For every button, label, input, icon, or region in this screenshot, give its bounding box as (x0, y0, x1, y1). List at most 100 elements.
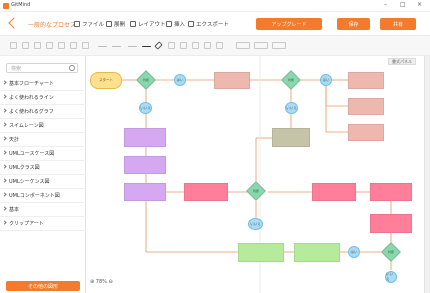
lock-icon[interactable] (204, 42, 211, 49)
menu-layout[interactable]: レイアウト (130, 20, 166, 28)
arrow-left-icon[interactable] (112, 46, 121, 47)
chevron-right-icon (2, 192, 7, 197)
format-panel-toggle[interactable]: 書式パネル (388, 58, 416, 65)
library-label: UMLクラス図 (9, 165, 40, 171)
waypoint-icon[interactable] (128, 46, 137, 47)
delete-icon[interactable] (216, 42, 223, 49)
document-title[interactable]: 一般的なプロセス (28, 20, 76, 29)
menu-export[interactable]: エクスポート (188, 20, 229, 28)
process-box[interactable] (124, 156, 166, 174)
toolbar (0, 36, 430, 56)
process-box[interactable] (370, 183, 412, 201)
process-box[interactable] (348, 72, 384, 89)
menu-export-label: エクスポート (196, 22, 229, 28)
library-swimlane[interactable]: スイムレーン図 (0, 119, 86, 133)
library-label: 天計 (9, 137, 20, 143)
chevron-right-icon (2, 178, 7, 183)
shadow-icon[interactable] (192, 42, 199, 49)
library-common-lines[interactable]: よく使われるライン (0, 91, 86, 105)
connector-circle[interactable]: いいえ (385, 271, 397, 283)
process-box[interactable] (370, 214, 412, 233)
process-box[interactable] (124, 183, 166, 201)
pen-icon[interactable] (154, 41, 163, 50)
line-style-icon[interactable] (98, 46, 107, 47)
menu-file[interactable]: ファイル (74, 20, 104, 28)
redo-icon[interactable] (22, 42, 29, 49)
comment-icon[interactable] (272, 42, 286, 49)
share-button[interactable]: 共有 (380, 18, 416, 30)
library-uml-class[interactable]: UMLクラス図 (0, 161, 86, 175)
connector-circle[interactable]: いいえ (285, 102, 298, 114)
process-box[interactable] (312, 183, 356, 201)
chevron-right-icon (2, 150, 7, 155)
library-label: 基本フローチャート (9, 81, 54, 87)
undo-icon[interactable] (10, 42, 17, 49)
diagram-canvas[interactable]: スタート 判断 判断 判断 判断 はい いいえ はい いいえ いいえ はい いい… (86, 56, 424, 293)
more-shapes-button[interactable]: その他の図形 (6, 281, 80, 291)
back-arrow-icon[interactable] (8, 17, 20, 29)
eraser-icon[interactable] (46, 42, 53, 49)
process-box[interactable] (124, 128, 166, 147)
zoom-control[interactable]: ⊕ 78% ⊖ (90, 279, 113, 285)
node-text: はい (350, 249, 358, 254)
upgrade-button[interactable]: アップグレード (256, 18, 322, 30)
search-icon[interactable] (69, 65, 75, 71)
search-placeholder: 検索 (11, 66, 22, 72)
format-painter-icon[interactable] (34, 42, 41, 49)
style-icon[interactable] (70, 42, 77, 49)
connector-circle[interactable]: はい (348, 246, 360, 258)
process-box[interactable] (348, 98, 384, 115)
library-uml-sequence[interactable]: UMLシーケンス図 (0, 175, 86, 189)
vertical-scrollbar[interactable] (424, 56, 430, 293)
library-label: よく使われるライン (9, 95, 54, 101)
save-button[interactable]: 保存 (337, 18, 370, 30)
process-box[interactable] (214, 72, 250, 89)
search-input[interactable]: 検索 (6, 63, 78, 73)
text-box-icon[interactable] (236, 42, 250, 49)
library-basic[interactable]: 基本 (0, 203, 86, 217)
library-uml-usecase[interactable]: UMLユースケース図 (0, 147, 86, 161)
library-label: 基本 (9, 207, 20, 213)
library-uml-component[interactable]: UMLコンポーネント図 (0, 189, 86, 203)
library-label: よく使われるグラフ (9, 109, 54, 115)
process-box[interactable] (348, 124, 384, 141)
table-icon[interactable] (254, 42, 268, 49)
minimize-icon[interactable]: – (384, 1, 387, 8)
connector-circle[interactable]: いいえ (248, 218, 263, 230)
menu-insert[interactable]: 挿入 (166, 20, 185, 28)
library-basic-flowchart[interactable]: 基本フローチャート (0, 77, 86, 91)
library-bpmn[interactable]: 天計 (0, 133, 86, 147)
line-color-icon[interactable] (180, 42, 187, 49)
expand-icon (106, 21, 112, 27)
connector-circle[interactable]: はい (174, 74, 186, 86)
library-label: スイムレーン図 (9, 123, 44, 129)
menu-expand[interactable]: 展開 (106, 20, 125, 28)
library-clipart[interactable]: クリップアート (0, 217, 86, 231)
arrow-right-icon[interactable] (142, 46, 151, 47)
list-icon[interactable] (82, 42, 89, 49)
export-icon (188, 21, 194, 27)
start-terminal[interactable]: スタート (90, 72, 122, 89)
close-icon[interactable]: × (417, 1, 422, 8)
zoom-level: 78% (95, 279, 107, 285)
process-box[interactable] (238, 243, 284, 262)
library-common-graphs[interactable]: よく使われるグラフ (0, 105, 86, 119)
node-text: 判断 (387, 249, 395, 254)
chevron-right-icon (2, 164, 7, 169)
chevron-right-icon (2, 94, 7, 99)
library-label: クリップアート (9, 221, 44, 227)
node-text: いいえ (286, 105, 297, 110)
process-box[interactable] (294, 243, 340, 262)
app-name: GitMind (11, 2, 31, 8)
insert-icon (166, 21, 172, 27)
process-box[interactable] (184, 183, 228, 201)
connector-circle[interactable]: はい (320, 74, 332, 86)
fill-icon[interactable] (168, 42, 175, 49)
connector-circle[interactable]: いいえ (139, 102, 152, 114)
node-text: いいえ (250, 221, 261, 226)
copy-icon[interactable] (58, 42, 65, 49)
chevron-right-icon (2, 136, 7, 141)
chevron-right-icon (2, 108, 7, 113)
process-box[interactable] (272, 128, 310, 147)
maximize-icon[interactable]: □ (400, 1, 406, 8)
